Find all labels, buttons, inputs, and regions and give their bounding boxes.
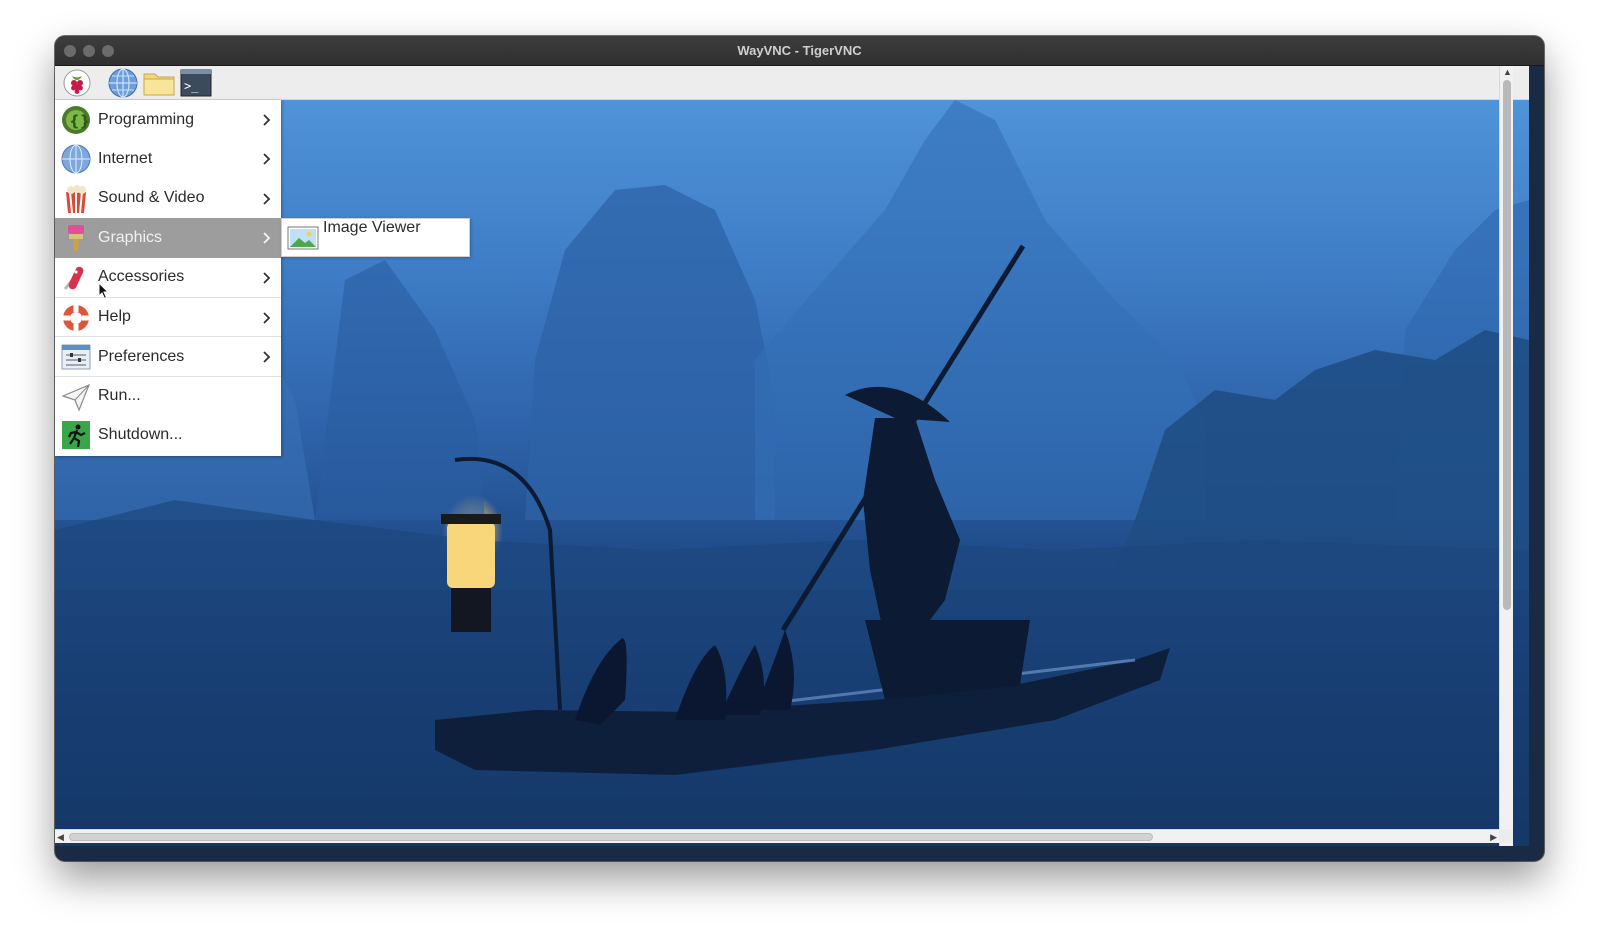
horizontal-scrollbar[interactable]: ◀ ▶ bbox=[55, 829, 1499, 843]
menu-item-label: Sound & Video bbox=[98, 189, 205, 207]
menu-item-label: Run... bbox=[98, 386, 141, 404]
chevron-right-icon bbox=[263, 232, 271, 244]
menu-item-run[interactable]: Run... bbox=[55, 375, 281, 415]
chevron-right-icon bbox=[263, 312, 271, 324]
internet-icon bbox=[61, 144, 91, 174]
vnc-window: WayVNC - TigerVNC >_ {} Programming Inte… bbox=[55, 36, 1544, 861]
menu-item-shutdown[interactable]: Shutdown... bbox=[55, 415, 281, 454]
start-menu: {} Programming Internet Sound & Video Gr… bbox=[55, 100, 281, 456]
horizontal-scroll-thumb[interactable] bbox=[69, 833, 1153, 841]
scroll-left-arrow-icon[interactable]: ◀ bbox=[57, 831, 64, 843]
preferences-icon bbox=[61, 344, 91, 370]
chevron-right-icon bbox=[263, 271, 271, 284]
remote-screen[interactable]: >_ {} Programming Internet Sound & Video… bbox=[55, 66, 1529, 846]
folder-icon bbox=[143, 73, 175, 96]
graphics-submenu: Image Viewer bbox=[281, 218, 470, 257]
shutdown-icon bbox=[62, 421, 90, 450]
menu-item-label: Help bbox=[98, 308, 131, 326]
menu-item-accessories[interactable]: Accessories bbox=[55, 258, 281, 297]
scroll-right-arrow-icon[interactable]: ▶ bbox=[1490, 831, 1497, 843]
taskbar: >_ bbox=[55, 66, 1529, 100]
menu-item-help[interactable]: Help bbox=[55, 296, 281, 336]
terminal-button[interactable]: >_ bbox=[180, 68, 212, 98]
menu-item-label: Accessories bbox=[98, 268, 185, 286]
svg-text:{}: {} bbox=[69, 112, 90, 130]
scroll-up-arrow-icon[interactable]: ▲ bbox=[1503, 66, 1512, 78]
menu-item-label: Programming bbox=[98, 110, 195, 128]
sound-video-icon bbox=[66, 184, 86, 213]
submenu-item-label: Image Viewer bbox=[323, 219, 421, 236]
menu-item-preferences[interactable]: Preferences bbox=[55, 336, 281, 375]
menu-item-label: Internet bbox=[98, 150, 153, 168]
menu-item-label: Shutdown... bbox=[98, 425, 183, 443]
file-manager-button[interactable] bbox=[143, 68, 175, 98]
menu-item-label: Preferences bbox=[98, 347, 185, 365]
chevron-right-icon bbox=[263, 114, 271, 126]
window-title: WayVNC - TigerVNC bbox=[737, 43, 862, 58]
terminal-icon: >_ bbox=[180, 69, 212, 97]
chevron-right-icon bbox=[263, 351, 271, 363]
web-browser-button[interactable] bbox=[107, 68, 139, 98]
title-bar[interactable]: WayVNC - TigerVNC bbox=[55, 36, 1544, 66]
raspberry-icon bbox=[63, 69, 91, 97]
terminal-prompt-text: >_ bbox=[184, 79, 199, 93]
chevron-right-icon bbox=[263, 193, 271, 205]
submenu-item-image-viewer[interactable]: Image Viewer bbox=[282, 219, 469, 256]
programming-icon: {} bbox=[62, 106, 90, 134]
help-icon bbox=[63, 304, 89, 331]
menu-item-sound-video[interactable]: Sound & Video bbox=[55, 179, 281, 218]
menu-launcher-button[interactable] bbox=[61, 68, 93, 98]
globe-icon bbox=[108, 68, 138, 98]
menu-item-graphics[interactable]: Graphics bbox=[55, 218, 281, 258]
scrollbar-corner bbox=[1499, 829, 1513, 843]
menu-item-internet[interactable]: Internet bbox=[55, 139, 281, 178]
vertical-scroll-thumb[interactable] bbox=[1503, 80, 1511, 610]
accessories-icon bbox=[63, 266, 84, 290]
vertical-scrollbar[interactable]: ▲ ▼ bbox=[1499, 66, 1513, 846]
image-viewer-icon bbox=[287, 226, 319, 250]
chevron-right-icon bbox=[263, 153, 271, 166]
mouse-cursor-icon bbox=[98, 282, 110, 300]
menu-item-programming[interactable]: {} Programming bbox=[55, 100, 281, 139]
run-icon bbox=[61, 383, 91, 412]
graphics-icon bbox=[68, 225, 84, 252]
menu-item-label: Graphics bbox=[98, 228, 163, 246]
